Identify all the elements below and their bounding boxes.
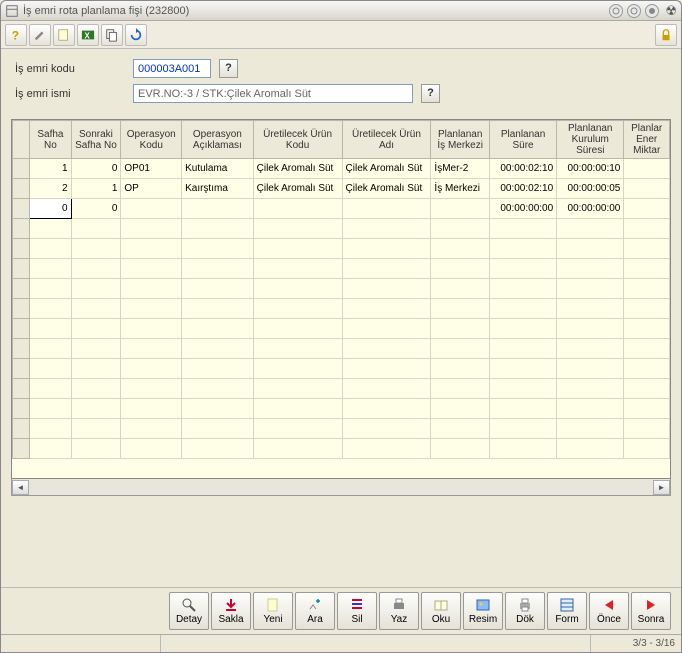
radiation-icon: ☢ bbox=[665, 3, 677, 19]
print-icon bbox=[391, 597, 407, 613]
sonra-button[interactable]: Sonra bbox=[631, 592, 671, 630]
col-sure[interactable]: Planlanan Süre bbox=[489, 121, 556, 159]
name-input[interactable] bbox=[133, 84, 413, 103]
ara-button[interactable]: Ara bbox=[295, 592, 335, 630]
oku-button[interactable]: Oku bbox=[421, 592, 461, 630]
grid[interactable]: Safha No Sonraki Safha No Operasyon Kodu… bbox=[11, 119, 671, 479]
copy-button[interactable] bbox=[101, 24, 123, 46]
table-row[interactable]: 0 0 00:00:00:00 00:00:00:00 bbox=[13, 199, 670, 219]
table-row[interactable]: 2 1 OP Kaırştıma Çilek Aromalı Süt Çilek… bbox=[13, 179, 670, 199]
col-safha-no[interactable]: Safha No bbox=[30, 121, 71, 159]
new-icon bbox=[265, 597, 281, 613]
col-operasyon-kodu[interactable]: Operasyon Kodu bbox=[121, 121, 182, 159]
next-icon bbox=[643, 597, 659, 613]
table-row[interactable] bbox=[13, 319, 670, 339]
delete-icon bbox=[349, 597, 365, 613]
form-icon bbox=[559, 597, 575, 613]
col-is-merkezi[interactable]: Planlanan İş Merkezi bbox=[431, 121, 490, 159]
table-row[interactable] bbox=[13, 359, 670, 379]
scroll-left-button[interactable]: ◄ bbox=[12, 480, 29, 495]
resim-button[interactable]: Resim bbox=[463, 592, 503, 630]
name-lookup-button[interactable]: ? bbox=[421, 84, 440, 103]
window-title: İş emri rota planlama fişi (232800) bbox=[23, 5, 609, 17]
close-button[interactable] bbox=[645, 4, 659, 18]
titlebar: İş emri rota planlama fişi (232800) ☢ bbox=[1, 1, 681, 21]
code-label: İş emri kodu bbox=[15, 63, 125, 75]
table-row[interactable] bbox=[13, 219, 670, 239]
table-row[interactable] bbox=[13, 279, 670, 299]
table-row[interactable] bbox=[13, 419, 670, 439]
read-icon bbox=[433, 597, 449, 613]
form-area: İş emri kodu ? İş emri ismi ? bbox=[1, 49, 681, 115]
col-kurulum[interactable]: Planlanan Kurulum Süresi bbox=[557, 121, 624, 159]
code-lookup-button[interactable]: ? bbox=[219, 59, 238, 78]
col-operasyon-aciklama[interactable]: Operasyon Açıklaması bbox=[182, 121, 254, 159]
row-handle[interactable] bbox=[13, 159, 30, 179]
dok-button[interactable]: Dök bbox=[505, 592, 545, 630]
svg-text:?: ? bbox=[12, 28, 19, 42]
svg-text:X: X bbox=[85, 31, 91, 40]
table-row[interactable] bbox=[13, 339, 670, 359]
image-icon bbox=[475, 597, 491, 613]
table-row[interactable] bbox=[13, 439, 670, 459]
detail-icon bbox=[181, 597, 197, 613]
col-urun-adi[interactable]: Üretilecek Ürün Adı bbox=[342, 121, 431, 159]
search-icon bbox=[307, 597, 323, 613]
maximize-button[interactable] bbox=[627, 4, 641, 18]
detay-button[interactable]: Detay bbox=[169, 592, 209, 630]
notes-button[interactable] bbox=[53, 24, 75, 46]
horizontal-scrollbar[interactable]: ◄ ► bbox=[11, 479, 671, 496]
table-row[interactable] bbox=[13, 299, 670, 319]
scroll-right-button[interactable]: ► bbox=[653, 480, 670, 495]
col-sonraki-safha[interactable]: Sonraki Safha No bbox=[71, 121, 121, 159]
status-position: 3/3 - 3/16 bbox=[591, 635, 681, 652]
scroll-track[interactable] bbox=[29, 480, 653, 495]
grid-container: Safha No Sonraki Safha No Operasyon Kodu… bbox=[11, 119, 671, 587]
lock-button[interactable] bbox=[655, 24, 677, 46]
row-handle[interactable] bbox=[13, 179, 30, 199]
save-icon bbox=[223, 597, 239, 613]
sil-button[interactable]: Sil bbox=[337, 592, 377, 630]
col-urun-kodu[interactable]: Üretilecek Ürün Kodu bbox=[253, 121, 342, 159]
table-row[interactable] bbox=[13, 239, 670, 259]
statusbar: 3/3 - 3/16 bbox=[1, 634, 681, 652]
status-left bbox=[1, 635, 161, 652]
minimize-button[interactable] bbox=[609, 4, 623, 18]
table-row[interactable] bbox=[13, 399, 670, 419]
form-button[interactable]: Form bbox=[547, 592, 587, 630]
yaz-button[interactable]: Yaz bbox=[379, 592, 419, 630]
toolbar: ? X bbox=[1, 21, 681, 49]
table-row[interactable] bbox=[13, 379, 670, 399]
prev-icon bbox=[601, 597, 617, 613]
export-icon bbox=[517, 597, 533, 613]
help-button[interactable]: ? bbox=[5, 24, 27, 46]
row-selector-header bbox=[13, 121, 30, 159]
status-mid bbox=[161, 635, 591, 652]
refresh-button[interactable] bbox=[125, 24, 147, 46]
table-row[interactable] bbox=[13, 259, 670, 279]
once-button[interactable]: Önce bbox=[589, 592, 629, 630]
sakla-button[interactable]: Sakla bbox=[211, 592, 251, 630]
action-bar: Detay Sakla Yeni Ara Sil Yaz Oku Resim bbox=[1, 587, 681, 634]
col-enerji[interactable]: Planlar Ener Miktar bbox=[624, 121, 670, 159]
table-row[interactable]: 1 0 OP01 Kutulama Çilek Aromalı Süt Çile… bbox=[13, 159, 670, 179]
excel-button[interactable]: X bbox=[77, 24, 99, 46]
active-cell[interactable]: 0 bbox=[30, 199, 71, 219]
edit-button[interactable] bbox=[29, 24, 51, 46]
yeni-button[interactable]: Yeni bbox=[253, 592, 293, 630]
name-label: İş emri ismi bbox=[15, 88, 125, 100]
app-icon bbox=[5, 4, 19, 18]
row-handle[interactable] bbox=[13, 199, 30, 219]
code-input[interactable] bbox=[133, 59, 211, 78]
